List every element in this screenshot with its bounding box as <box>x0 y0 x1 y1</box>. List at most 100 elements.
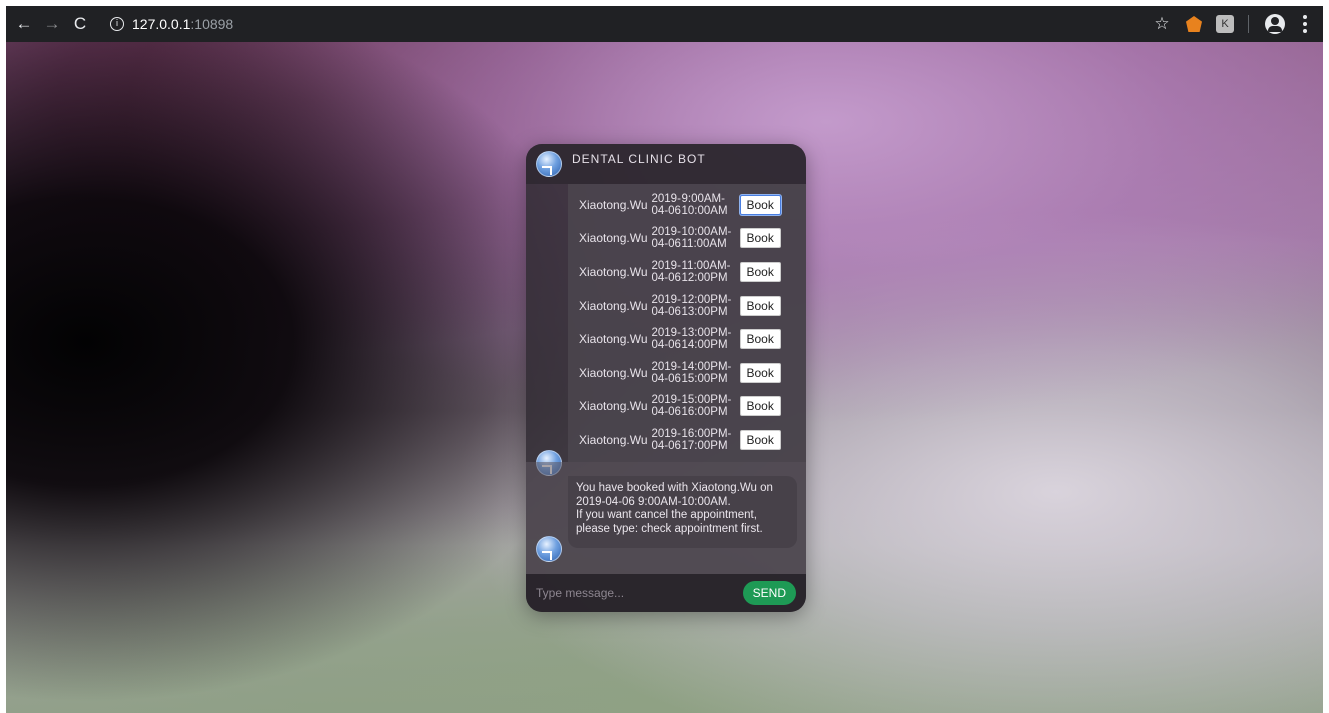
slot-date-day: 04-06 <box>651 406 681 419</box>
slot-date: 2019- 04-06 <box>652 394 682 418</box>
menu-kebab-icon[interactable] <box>1295 15 1315 33</box>
slot-time-start: 14:00PM- <box>681 360 732 373</box>
slot-row: Xiaotong.Wu 2019- 04-06 14:00PM- 15:00PM Book <box>568 356 806 390</box>
slot-date-year: 2019- <box>651 427 681 440</box>
slot-row: Xiaotong.Wu 2019- 04-06 12:00PM- 13:00PM Book <box>568 289 806 323</box>
reply-line: If you want cancel the appointment, <box>576 509 757 521</box>
slot-date: 2019- 04-06 <box>652 361 682 385</box>
slot-date-day: 04-06 <box>651 271 681 284</box>
nav-buttons: ← → C <box>10 10 94 38</box>
slot-time-start: 12:00PM- <box>681 293 732 306</box>
book-button[interactable]: Book <box>739 295 781 316</box>
forward-icon[interactable]: → <box>38 10 66 38</box>
slot-date: 2019- 04-06 <box>652 294 682 318</box>
browser-toolbar: ← → C i 127.0.0.1:10898 ☆ K <box>6 6 1323 42</box>
book-button[interactable]: Book <box>739 429 781 450</box>
bot-avatar-icon <box>536 151 562 177</box>
slot-time-start: 10:00AM- <box>681 226 732 239</box>
url-port: :10898 <box>190 16 234 32</box>
slot-time-start: 16:00PM- <box>681 427 732 440</box>
slot-date: 2019- 04-06 <box>652 226 682 250</box>
slot-time: 13:00PM- 14:00PM <box>682 327 738 351</box>
slot-time-end: 11:00AM <box>681 238 727 251</box>
bot-avatar-icon <box>536 536 562 562</box>
slot-time-end: 10:00AM <box>681 204 728 217</box>
slot-row: Xiaotong.Wu 2019- 04-06 10:00AM- 11:00AM Book <box>568 222 806 256</box>
book-button[interactable]: Book <box>739 362 781 383</box>
message-input[interactable] <box>536 586 743 600</box>
reply-line: 2019-04-06 9:00AM-10:00AM. <box>576 495 731 508</box>
slot-time-end: 17:00PM <box>681 439 728 452</box>
slot-time: 16:00PM- 17:00PM <box>682 428 738 452</box>
slot-row: Xiaotong.Wu 2019- 04-06 15:00PM- 16:00PM Book <box>568 390 806 424</box>
slot-date-day: 04-06 <box>651 238 681 251</box>
slot-date: 2019- 04-06 <box>652 260 682 284</box>
slot-doctor: Xiaotong.Wu <box>579 365 648 380</box>
metamask-extension-icon[interactable] <box>1186 16 1202 32</box>
slot-date: 2019- 04-06 <box>652 327 682 351</box>
slot-doctor: Xiaotong.Wu <box>579 399 648 414</box>
book-button[interactable]: Book <box>739 396 781 417</box>
url-host: 127.0.0.1 <box>132 16 191 32</box>
slot-date-day: 04-06 <box>651 339 681 352</box>
slot-time-start: 13:00PM- <box>681 327 732 340</box>
slot-date: 2019- 04-06 <box>652 193 682 217</box>
chat-title: DENTAL CLINIC BOT <box>572 152 706 166</box>
reply-line: You have booked with Xiaotong.Wu on <box>576 482 773 494</box>
chat-header: DENTAL CLINIC BOT <box>526 144 806 184</box>
slot-row: Xiaotong.Wu 2019- 04-06 16:00PM- 17:00PM Book <box>568 423 806 457</box>
bookmark-star-icon[interactable]: ☆ <box>1148 10 1176 38</box>
reload-icon[interactable]: C <box>66 10 94 38</box>
message-list[interactable]: Xiaotong.Wu 2019- 04-06 9:00AM- 10:00AM Book X… <box>526 184 806 574</box>
book-button[interactable]: Book <box>739 329 781 350</box>
slot-doctor: Xiaotong.Wu <box>579 298 648 313</box>
extension-k-icon[interactable]: K <box>1216 15 1234 33</box>
slot-date-year: 2019- <box>651 394 681 407</box>
book-button[interactable]: Book <box>739 228 781 249</box>
slot-date-year: 2019- <box>651 360 681 373</box>
slot-doctor: Xiaotong.Wu <box>579 264 648 279</box>
slot-date-year: 2019- <box>651 293 681 306</box>
slot-list: Xiaotong.Wu 2019- 04-06 9:00AM- 10:00AM Book X… <box>568 184 806 462</box>
slot-doctor: Xiaotong.Wu <box>579 231 648 246</box>
slot-date-day: 04-06 <box>651 204 681 217</box>
reply-line: please type: check appointment first. <box>576 522 763 535</box>
bot-reply-bubble: You have booked with Xiaotong.Wu on 2019… <box>568 476 797 548</box>
slot-doctor: Xiaotong.Wu <box>579 432 648 447</box>
slot-time-end: 14:00PM <box>681 339 728 352</box>
slot-time-end: 15:00PM <box>681 372 728 385</box>
book-button[interactable]: Book <box>739 261 781 282</box>
slot-date-year: 2019- <box>651 259 681 272</box>
slot-date-year: 2019- <box>651 327 681 340</box>
slot-time-start: 9:00AM- <box>681 192 725 205</box>
slot-date-day: 04-06 <box>651 372 681 385</box>
slot-date-day: 04-06 <box>651 439 681 452</box>
slot-time-end: 12:00PM <box>681 271 728 284</box>
address-bar[interactable]: i 127.0.0.1:10898 <box>100 10 243 38</box>
slot-date-day: 04-06 <box>651 305 681 318</box>
slot-time: 9:00AM- 10:00AM <box>682 193 738 217</box>
slot-date: 2019- 04-06 <box>652 428 682 452</box>
profile-icon[interactable] <box>1265 14 1285 34</box>
slot-time: 14:00PM- 15:00PM <box>682 361 738 385</box>
book-button[interactable]: Book <box>739 194 781 215</box>
slot-time: 15:00PM- 16:00PM <box>682 394 738 418</box>
slot-time-start: 15:00PM- <box>681 394 732 407</box>
chat-footer: SEND <box>526 574 806 612</box>
info-icon[interactable]: i <box>110 17 124 31</box>
slot-time-end: 13:00PM <box>681 305 728 318</box>
slot-row: Xiaotong.Wu 2019- 04-06 9:00AM- 10:00AM Book <box>568 188 806 222</box>
toolbar-divider <box>1248 15 1249 33</box>
slot-date-year: 2019- <box>651 192 681 205</box>
slot-time: 11:00AM- 12:00PM <box>682 260 738 284</box>
slot-doctor: Xiaotong.Wu <box>579 197 648 212</box>
slot-doctor: Xiaotong.Wu <box>579 332 648 347</box>
back-icon[interactable]: ← <box>10 10 38 38</box>
slot-date-year: 2019- <box>651 226 681 239</box>
slot-time-start: 11:00AM- <box>681 259 731 272</box>
slot-row: Xiaotong.Wu 2019- 04-06 11:00AM- 12:00PM Book <box>568 255 806 289</box>
toolbar-right: ☆ K <box>1148 10 1315 38</box>
slot-time-end: 16:00PM <box>681 406 728 419</box>
chat-widget: DENTAL CLINIC BOT Xiaotong.Wu 2019- 04-06 9… <box>526 144 806 612</box>
send-button[interactable]: SEND <box>742 581 796 605</box>
